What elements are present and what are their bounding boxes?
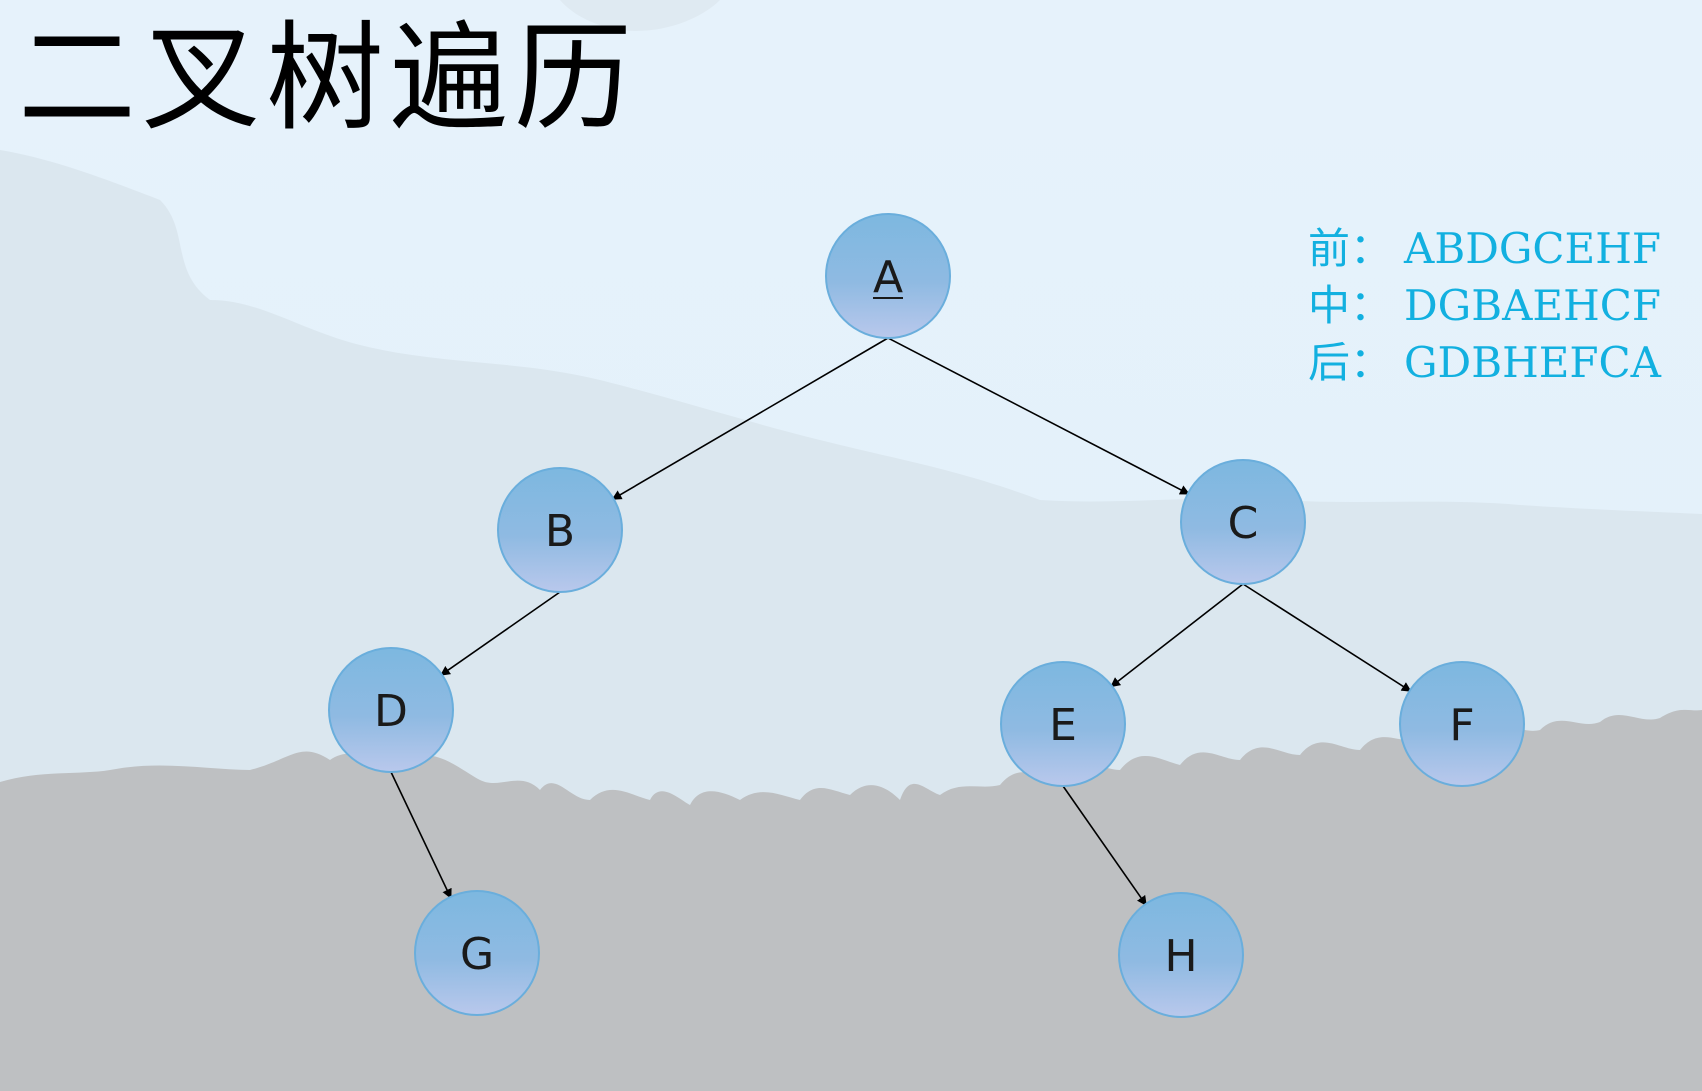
- node-label-E: E: [1049, 700, 1077, 751]
- node-label-F: F: [1449, 700, 1474, 751]
- node-label-H: H: [1164, 931, 1197, 982]
- node-label-C: C: [1228, 498, 1259, 549]
- tree-node-H: H: [1118, 892, 1244, 1018]
- traversal-label-preorder: 前：: [1308, 224, 1393, 273]
- tree-node-A: A: [825, 213, 951, 339]
- background-landscape: [0, 0, 1702, 1091]
- tree-node-G: G: [414, 890, 540, 1016]
- tree-node-E: E: [1000, 661, 1126, 787]
- tree-node-F: F: [1399, 661, 1525, 787]
- tree-node-C: C: [1180, 459, 1306, 585]
- traversal-label-postorder: 后：: [1308, 338, 1393, 387]
- node-label-D: D: [374, 686, 408, 737]
- traversal-results: 前： ABDGCEHF 中： DGBAEHCF 后： GDBHEFCA: [1308, 220, 1661, 391]
- traversal-sequence-inorder: DGBAEHCF: [1404, 281, 1661, 330]
- traversal-row-postorder: 后： GDBHEFCA: [1308, 334, 1661, 391]
- diagram-canvas: A B C D E F G H: [0, 0, 1702, 1091]
- traversal-label-inorder: 中：: [1308, 281, 1393, 330]
- tree-node-B: B: [497, 467, 623, 593]
- traversal-sequence-postorder: GDBHEFCA: [1404, 338, 1661, 387]
- slide-title: 二叉树遍历: [18, 9, 639, 147]
- traversal-sequence-preorder: ABDGCEHF: [1404, 224, 1661, 273]
- node-label-B: B: [545, 506, 575, 557]
- node-label-G: G: [460, 929, 494, 980]
- traversal-row-preorder: 前： ABDGCEHF: [1308, 220, 1661, 277]
- traversal-row-inorder: 中： DGBAEHCF: [1308, 277, 1661, 334]
- tree-node-D: D: [328, 647, 454, 773]
- node-label-A: A: [873, 252, 903, 303]
